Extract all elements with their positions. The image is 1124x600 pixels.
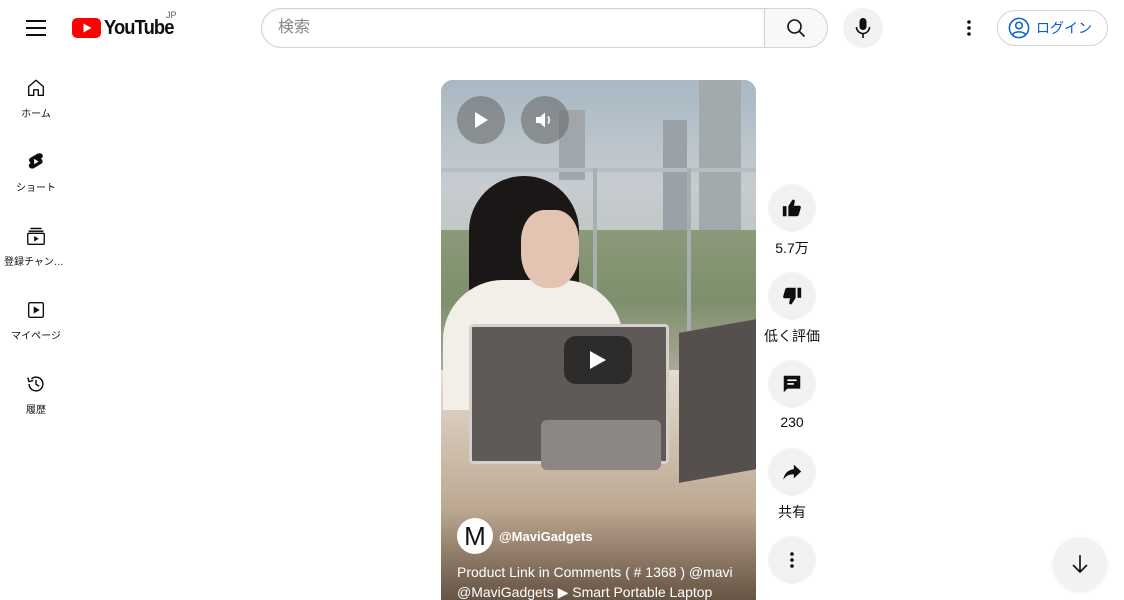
arrow-down-icon [1072,555,1088,574]
sidebar-item-shorts[interactable]: ショート [0,130,72,204]
more-actions-button[interactable] [768,536,816,584]
sidebar-item-label: ショート [16,183,56,194]
sign-in-button[interactable]: ログイン [997,10,1108,46]
dislike-label: 低く評価 [764,328,820,344]
share-button[interactable] [768,448,816,496]
like-count: 5.7万 [775,240,809,256]
mute-button[interactable] [521,96,569,144]
play-icon [590,351,606,369]
play-button[interactable] [457,96,505,144]
comment-count: 230 [780,414,804,430]
thumbs-up-icon [782,199,801,217]
channel-avatar[interactable]: M [457,518,493,554]
subscriptions-icon [27,227,45,245]
shorts-action-bar: 5.7万 低く評価 230 共有 [764,184,820,584]
voice-search-button[interactable] [843,8,883,48]
search-icon [787,19,806,38]
share-arrow-icon [783,464,802,480]
volume-icon [536,112,551,128]
mini-guide: ホーム ショート 登録チャンネル マイページ 履歴 [0,56,72,426]
sidebar-item-history[interactable]: 履歴 [0,352,72,426]
like-button[interactable] [768,184,816,232]
more-action [764,536,820,584]
sidebar-item-you[interactable]: マイページ [0,278,72,352]
search-button[interactable] [764,8,828,48]
youtube-play-logo-icon [72,18,101,38]
sidebar-item-subscriptions[interactable]: 登録チャンネル [0,204,72,278]
settings-more-button[interactable] [949,8,989,48]
sidebar-item-label: 履歴 [26,405,46,416]
library-icon [27,301,45,319]
comments-button[interactable] [768,360,816,408]
video-scene-building [699,80,741,240]
masthead: YouTube JP ログイン [0,0,1124,56]
video-scene-railing [441,168,756,172]
shorts-icon [28,153,43,169]
sidebar-item-label: 登録チャンネル [4,257,68,268]
more-vert-icon [967,20,971,36]
dislike-button[interactable] [768,272,816,320]
share-label: 共有 [778,504,806,520]
sidebar-item-label: ホーム [21,109,51,120]
like-action: 5.7万 [764,184,820,260]
next-short-button[interactable] [1053,537,1107,591]
channel-name-link[interactable]: @MaviGadgets [499,529,593,544]
dislike-action: 低く評価 [764,272,820,348]
hamburger-menu-icon [26,20,46,36]
search-input[interactable] [261,8,764,48]
video-scene-person-face [521,210,579,288]
sidebar-item-home[interactable]: ホーム [0,56,72,130]
thumbs-down-icon [783,287,802,305]
microphone-icon [855,18,871,38]
sidebar-item-label: マイページ [11,331,61,342]
center-play-button[interactable] [564,336,632,384]
guide-menu-button[interactable] [16,8,56,48]
shorts-player[interactable]: M @MaviGadgets Product Link in Comments … [441,80,756,600]
region-code: JP [166,10,177,20]
search-box [261,8,828,48]
play-icon [475,112,488,128]
video-scene-laptop-stand [541,420,661,470]
channel-info: M @MaviGadgets [457,518,593,554]
video-scene-side-screen [679,319,756,483]
more-vert-icon [790,552,794,568]
account-circle-icon [1008,17,1030,39]
home-icon [27,79,45,97]
sign-in-label: ログイン [1036,20,1092,36]
comment-icon [783,375,801,393]
video-scene-building [663,120,687,240]
short-title: Product Link in Comments ( # 1368 ) @mav… [457,564,733,600]
youtube-logo[interactable]: YouTube [72,14,180,42]
share-action: 共有 [764,448,820,524]
logo-wordmark: YouTube [104,16,174,39]
history-icon [27,376,44,392]
comments-action: 230 [764,360,820,436]
